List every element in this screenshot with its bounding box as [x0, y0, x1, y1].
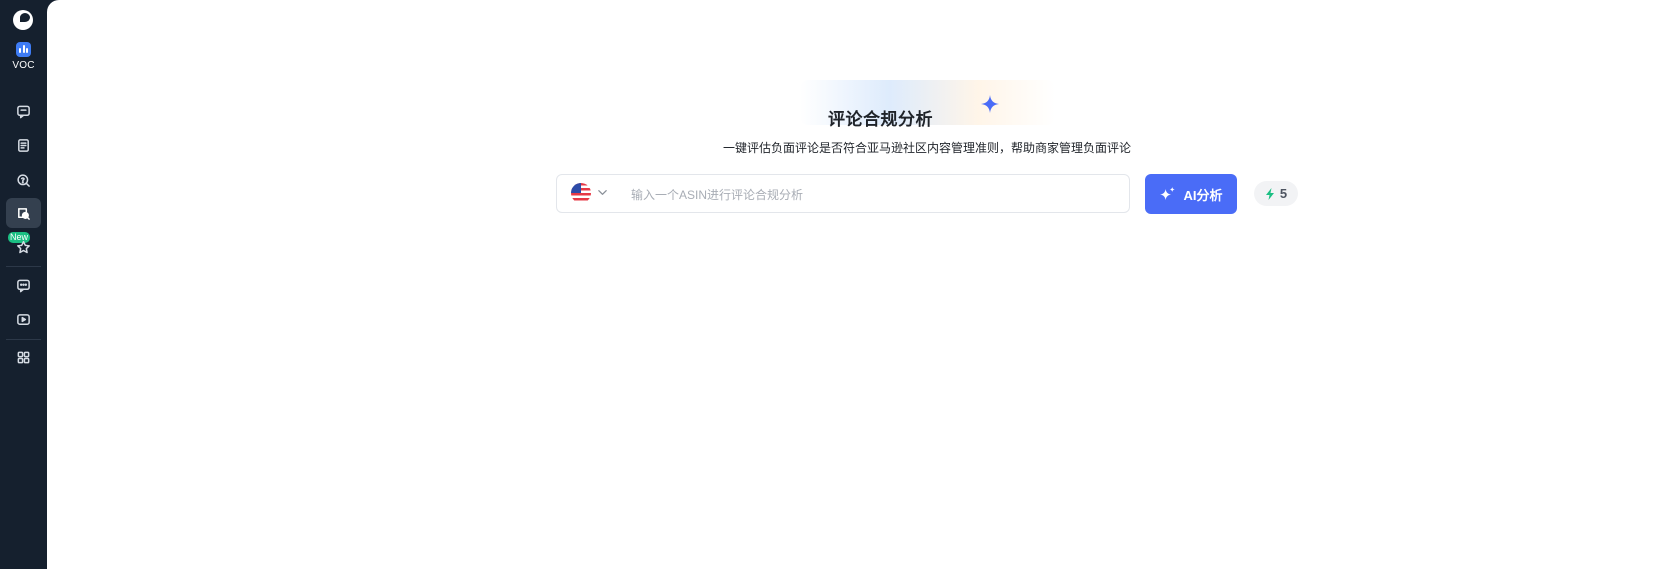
message-square-icon	[17, 105, 30, 118]
app-logo-icon[interactable]	[13, 10, 33, 30]
sidebar-item-favorites[interactable]	[6, 232, 41, 262]
voc-label: VOC	[12, 60, 35, 71]
sidebar-item-review-compliance[interactable]	[6, 198, 41, 228]
star-icon	[17, 240, 30, 253]
us-flag-icon[interactable]	[571, 183, 591, 203]
main-panel: 评论合规分析 一键评估负面评论是否符合亚马逊社区内容管理准则，帮助商家管理负面评…	[47, 0, 1662, 569]
voc-app-switcher[interactable]: VOC	[0, 42, 47, 71]
page-subtitle: 一键评估负面评论是否符合亚马逊社区内容管理准则，帮助商家管理负面评论	[722, 141, 1131, 155]
ai-analyze-label: AI分析	[1183, 187, 1223, 203]
chevron-down-icon[interactable]	[597, 187, 608, 198]
credits-count: 5	[1279, 186, 1288, 201]
search-question-icon	[17, 173, 30, 187]
asin-search-box	[556, 174, 1130, 213]
sidebar-divider	[6, 266, 41, 267]
review-compliance-icon	[18, 207, 30, 220]
video-play-icon	[17, 313, 30, 325]
sidebar: VOC New	[0, 0, 47, 569]
chat-dots-icon	[17, 279, 30, 292]
sidebar-item-chat[interactable]	[6, 270, 41, 300]
page-title: 评论合规分析	[828, 110, 933, 129]
asin-input[interactable]	[629, 183, 1113, 207]
ai-sparkles-icon	[1160, 186, 1176, 200]
credits-counter: 5	[1254, 181, 1298, 206]
sidebar-item-reviews[interactable]	[6, 96, 41, 126]
grid-apps-icon	[17, 351, 30, 363]
ai-analyze-button[interactable]: AI分析	[1145, 174, 1237, 214]
voc-waveform-icon	[16, 42, 31, 57]
sidebar-divider	[6, 339, 41, 340]
document-icon	[18, 138, 29, 152]
lightning-icon	[1265, 187, 1274, 200]
sidebar-item-search[interactable]	[6, 165, 41, 195]
sidebar-item-tutorials[interactable]	[6, 304, 41, 334]
sidebar-item-documents[interactable]	[6, 130, 41, 160]
app-window: VOC New 评论合规分析 一键评估负面评论是否符合亚马逊社区内容管理准则，帮…	[0, 0, 1662, 569]
sidebar-item-apps[interactable]	[6, 342, 41, 372]
sparkle-icon	[981, 95, 999, 113]
